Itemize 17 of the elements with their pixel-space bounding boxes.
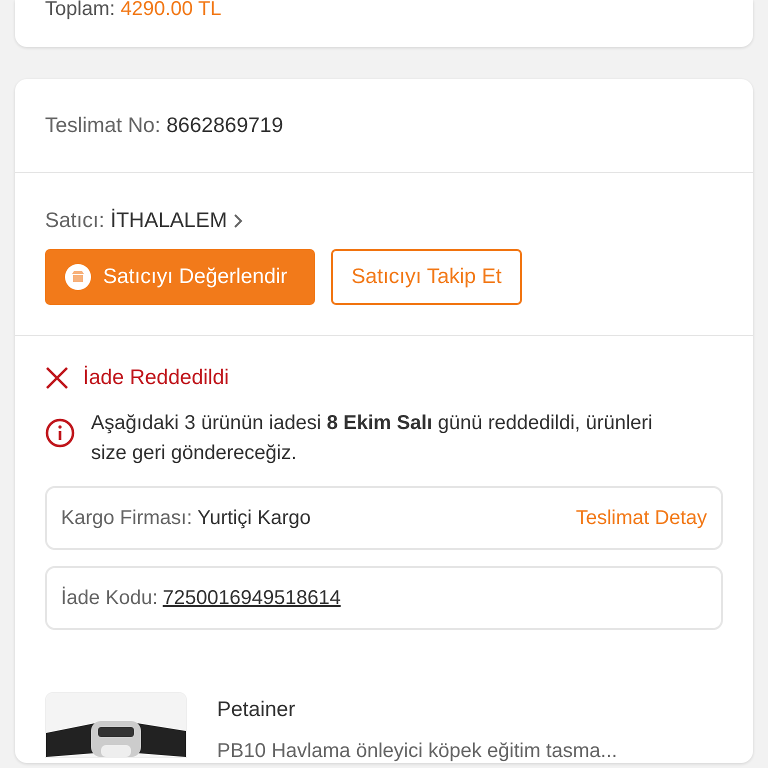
info-icon: [45, 418, 75, 448]
return-status: İade Reddedildi: [83, 366, 229, 390]
follow-seller-button[interactable]: Satıcıyı Takip Et: [331, 249, 522, 305]
cargo-company: Kargo Firması: Yurtiçi Kargo: [61, 506, 311, 530]
store-icon: [65, 264, 91, 290]
delivery-detail-link[interactable]: Teslimat Detay: [576, 506, 707, 530]
cross-icon: [45, 366, 69, 390]
order-total: Toplam: 4290.00 TL: [45, 0, 222, 18]
return-code-label: İade Kodu:: [61, 586, 158, 610]
return-message: Aşağıdaki 3 ürünün iadesi 8 Ekim Salı günü reddedildi, ürünleri size geri göndereceğiz.: [91, 411, 654, 466]
delivery-number: Teslimat No: 8662869719: [45, 114, 284, 138]
return-code[interactable]: 7250016949518614: [162, 586, 341, 610]
product-title: PB10 Havlama önleyici köpek eğitim tasma...: [217, 740, 618, 763]
seller-name[interactable]: Satıcı: İTHALALEM: [45, 209, 228, 233]
product-brand: Petainer: [217, 698, 296, 722]
rate-seller-button[interactable]: Satıcıyı Değerlendir: [45, 249, 316, 305]
chevron-right-icon[interactable]: [233, 213, 244, 229]
